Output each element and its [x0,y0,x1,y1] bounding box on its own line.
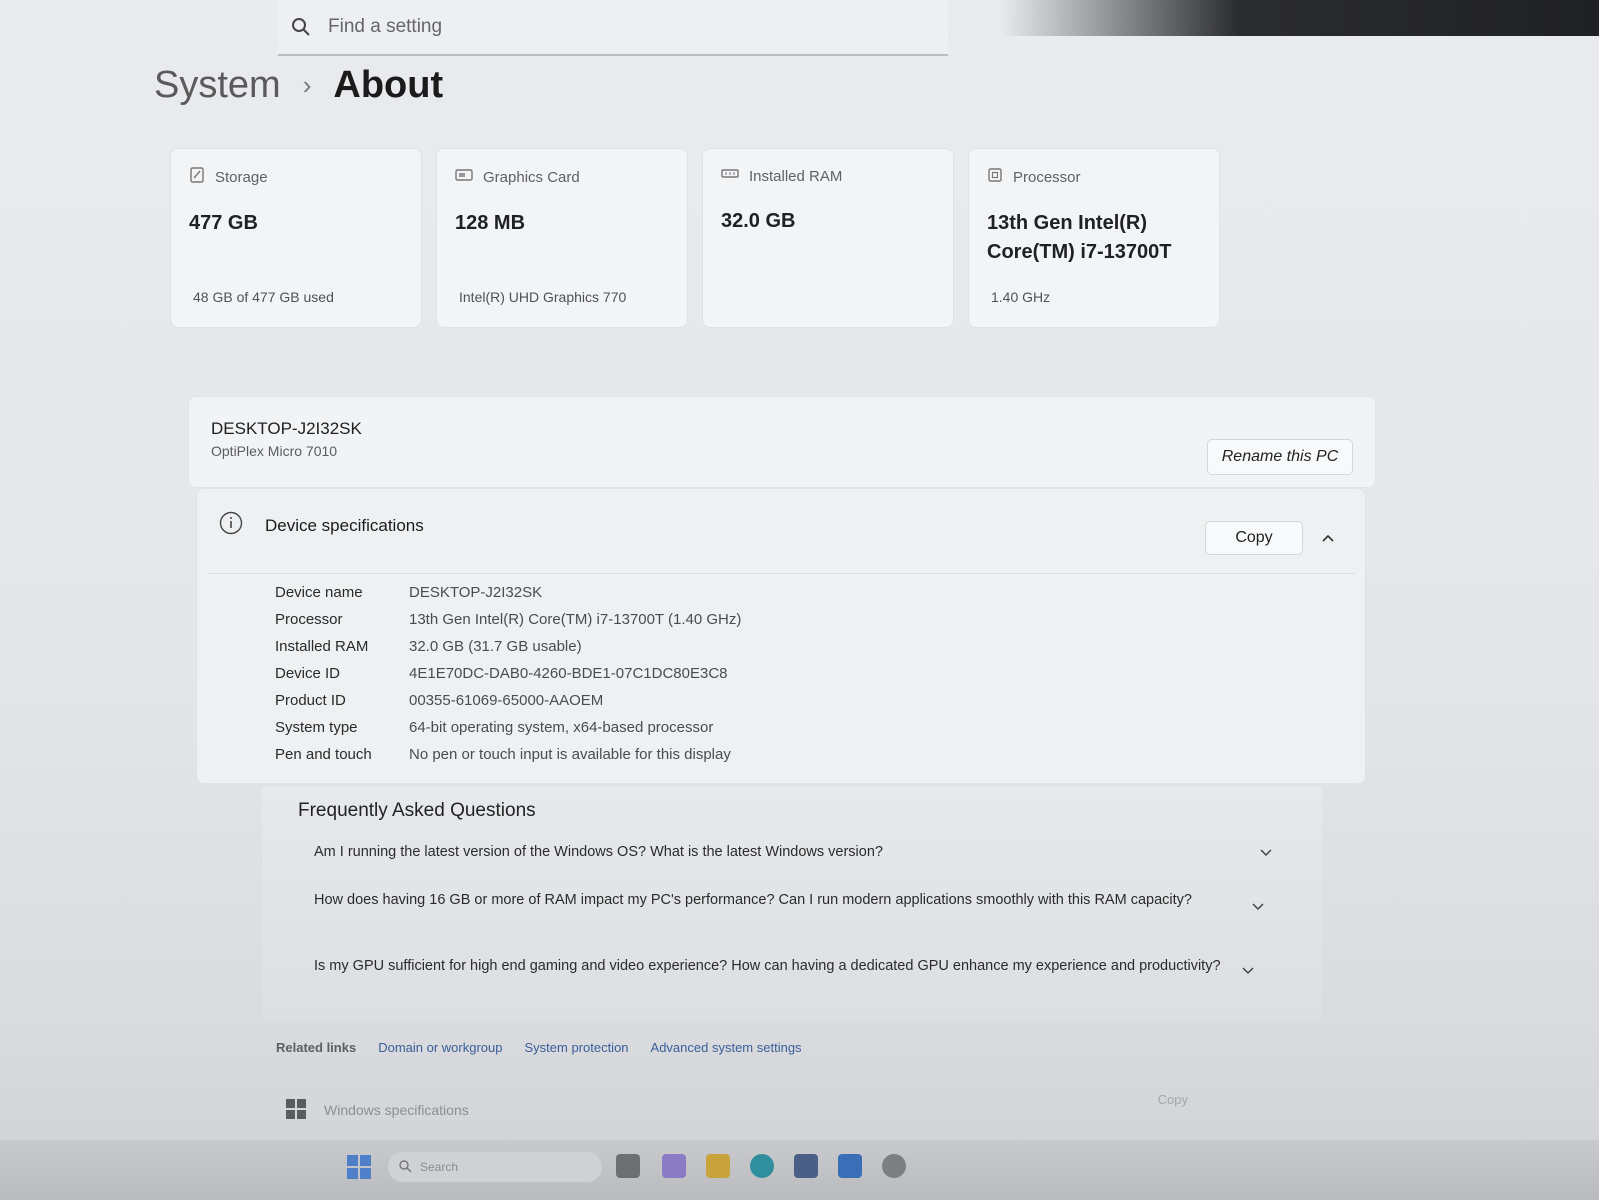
copilot-icon[interactable] [662,1154,686,1178]
chevron-right-icon: › [302,70,312,100]
link-system-protection[interactable]: System protection [524,1040,628,1055]
task-view-icon[interactable] [616,1154,640,1178]
pc-model: OptiPlex Micro 7010 [211,443,338,459]
edge-icon[interactable] [750,1154,774,1178]
card-value: 477 GB [189,212,258,234]
search-icon [290,16,312,38]
link-domain-workgroup[interactable]: Domain or workgroup [378,1040,502,1055]
spec-value: 64-bit operating system, x64-based proce… [409,719,714,736]
device-specs-header[interactable]: Device specifications [219,511,424,540]
spec-row: Device name DESKTOP-J2I32SK [275,579,741,606]
search-input[interactable] [326,15,890,39]
spec-value: 13th Gen Intel(R) Core(TM) i7-13700T (1.… [409,611,742,628]
outlook-icon[interactable] [838,1154,862,1178]
device-specifications-panel: Device specifications Copy Device name DE… [196,488,1366,784]
chevron-up-icon[interactable] [1319,529,1337,547]
spec-row: Pen and touch No pen or touch input is av… [275,741,741,768]
taskbar-search[interactable]: Search [388,1152,602,1182]
card-label: Graphics Card [483,168,580,186]
faq-question-3[interactable]: Is my GPU sufficient for high end gaming… [314,956,1234,976]
spec-value: DESKTOP-J2I32SK [409,584,543,601]
storage-icon [189,167,205,187]
spec-key: Processor [275,611,343,628]
related-links: Related links Domain or workgroup System… [276,1040,802,1055]
spec-key: Installed RAM [275,638,369,655]
taskbar-search-placeholder: Search [420,1160,459,1174]
graphics-card-icon [455,167,473,187]
faq-title: Frequently Asked Questions [298,800,536,821]
start-button-icon[interactable] [346,1154,372,1180]
rename-pc-button[interactable]: Rename this PC [1207,439,1353,475]
spec-key: System type [275,719,358,736]
spec-row: Device ID 4E1E70DC-DAB0-4260-BDE1-07C1DC8… [275,660,741,687]
windows-specifications-header[interactable]: Windows specifications Copy [268,1078,1288,1142]
storage-card[interactable]: Storage 477 GB 48 GB of 477 GB used [170,148,422,328]
spec-key: Device ID [275,665,341,682]
copy-specs-button[interactable]: Copy [1205,521,1303,555]
card-label: Processor [1013,168,1081,186]
spec-value: No pen or touch input is available for t… [409,746,731,763]
card-value: 128 MB [455,212,526,234]
taskbar: Search [0,1140,1599,1200]
settings-gear-icon[interactable] [882,1154,906,1178]
spec-key: Device name [275,584,363,601]
info-icon [219,511,243,540]
link-advanced-system-settings[interactable]: Advanced system settings [651,1040,802,1055]
search-box[interactable] [278,0,948,56]
pc-name-bar: DESKTOP-J2I32SK OptiPlex Micro 7010 Rena… [188,396,1376,488]
processor-icon [987,167,1003,187]
spec-key: Pen and touch [275,746,372,763]
chevron-down-icon[interactable] [1240,962,1256,978]
spec-row: System type 64-bit operating system, x64-… [275,714,741,741]
summary-cards: Storage 477 GB 48 GB of 477 GB used Grap… [170,148,1220,328]
chevron-down-icon[interactable] [1250,898,1266,914]
spec-row: Installed RAM 32.0 GB (31.7 GB usable) [275,633,741,660]
search-icon [398,1159,412,1176]
windows-specs-title: Windows specifications [324,1102,469,1118]
spec-key: Product ID [275,692,346,709]
card-label: Storage [215,168,268,186]
spec-value: 00355-61069-65000-AAOEM [409,692,604,709]
graphics-card[interactable]: Graphics Card 128 MB Intel(R) UHD Graphi… [436,148,688,328]
ram-icon [721,167,739,185]
card-value: 32.0 GB [721,210,796,232]
card-value: 13th Gen Intel(R) Core(TM) i7-13700T [987,212,1172,263]
screen-edge [999,0,1599,36]
device-specs-title: Device specifications [265,515,424,535]
spec-table: Device name DESKTOP-J2I32SK Processor 13th… [275,579,741,768]
faq-section: Frequently Asked Questions Am I running … [262,786,1322,1022]
file-explorer-icon[interactable] [706,1154,730,1178]
spec-value: 32.0 GB (31.7 GB usable) [409,638,582,655]
chevron-down-icon[interactable] [1258,844,1274,860]
spec-value: 4E1E70DC-DAB0-4260-BDE1-07C1DC80E3C8 [409,665,728,682]
card-sub: 1.40 GHz [991,289,1051,305]
ram-card[interactable]: Installed RAM 32.0 GB [702,148,954,328]
related-links-label: Related links [276,1040,357,1055]
page-title: About [333,64,444,106]
windows-logo-icon [286,1098,306,1122]
pc-name: DESKTOP-J2I32SK [211,419,362,438]
spec-row: Product ID 00355-61069-65000-AAOEM [275,687,741,714]
faq-question-1[interactable]: Am I running the latest version of the W… [314,842,1234,862]
card-sub: 48 GB of 477 GB used [193,289,334,305]
card-label: Installed RAM [749,167,843,185]
store-icon[interactable] [794,1154,818,1178]
copy-windows-specs-button[interactable]: Copy [1158,1092,1188,1107]
card-sub: Intel(R) UHD Graphics 770 [459,289,627,305]
breadcrumb: System › About [154,64,443,107]
breadcrumb-system[interactable]: System [154,64,281,107]
spec-row: Processor 13th Gen Intel(R) Core(TM) i7-1… [275,606,741,633]
faq-question-2[interactable]: How does having 16 GB or more of RAM imp… [314,890,1234,910]
divider [207,573,1355,574]
processor-card[interactable]: Processor 13th Gen Intel(R) Core(TM) i7-… [968,148,1220,328]
